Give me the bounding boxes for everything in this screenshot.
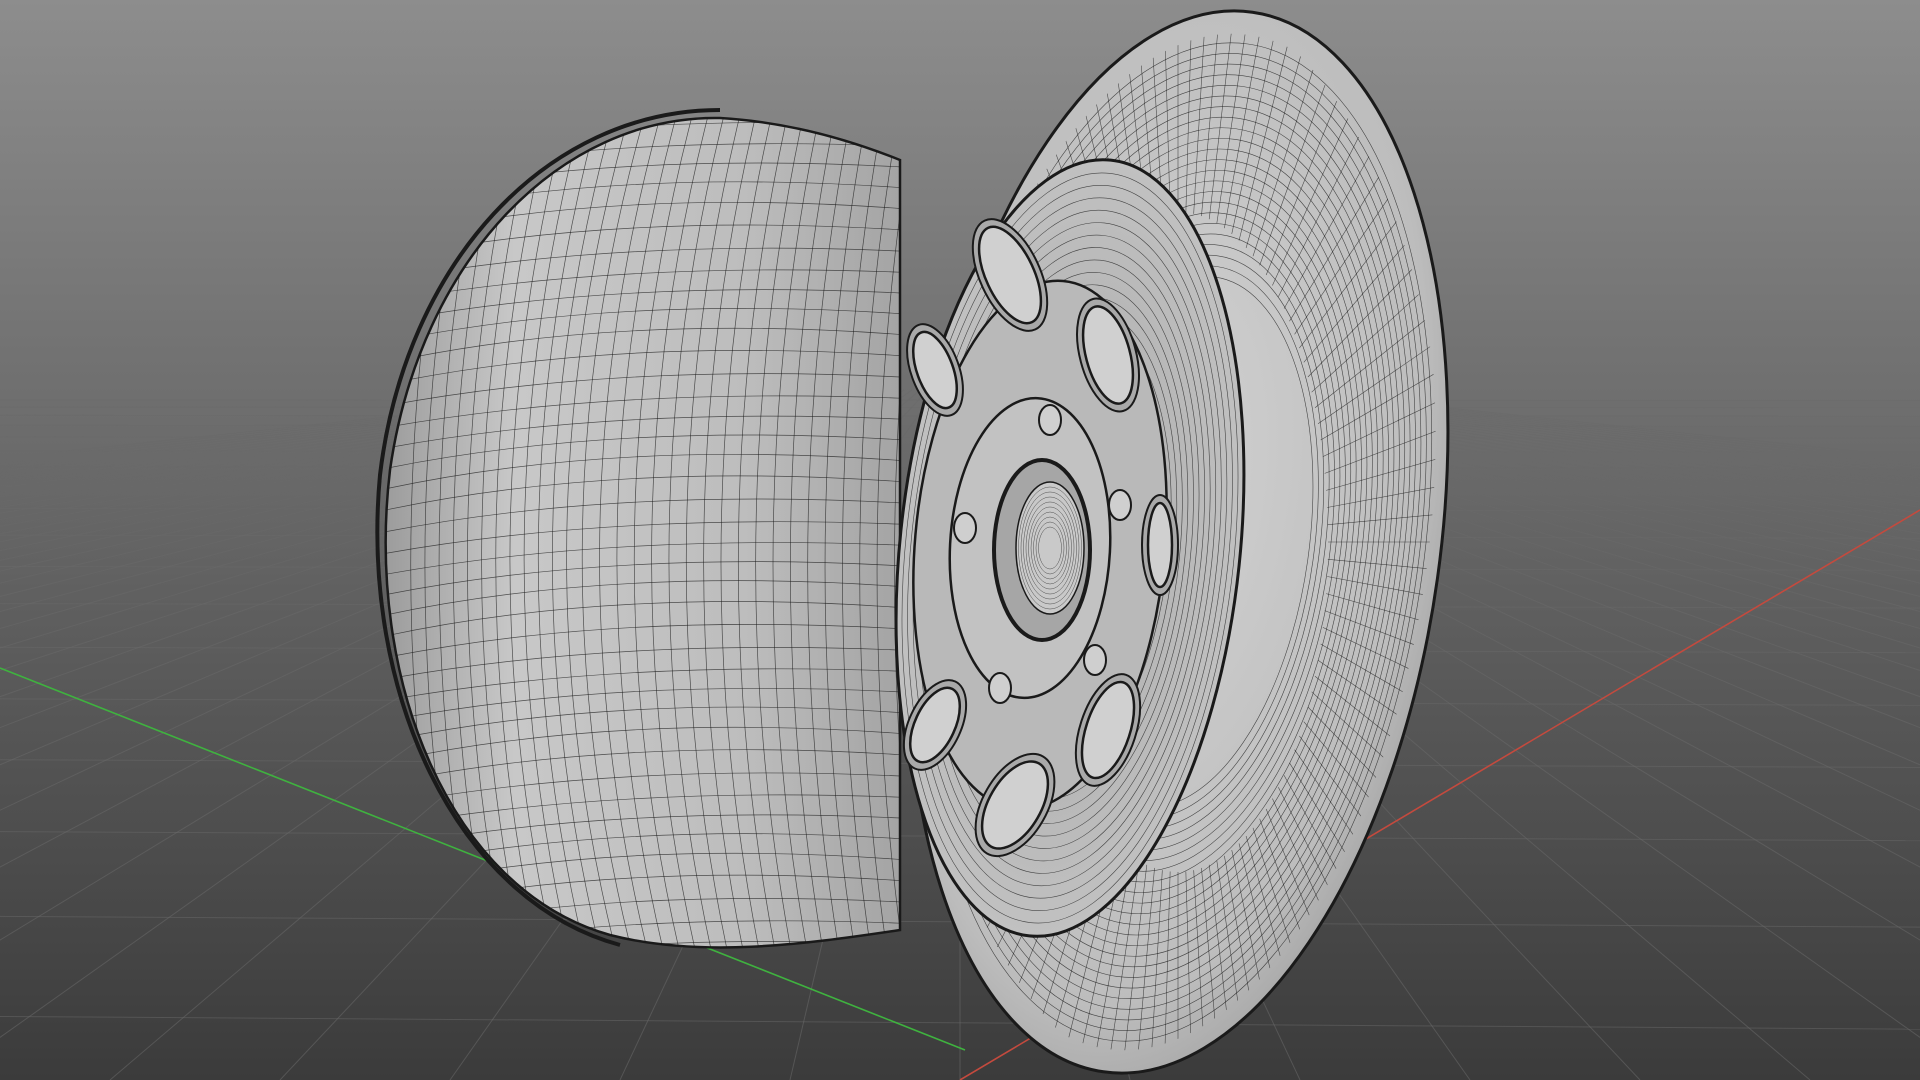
- lug-hole: [953, 512, 977, 544]
- vent-hole: [1141, 494, 1179, 596]
- lug-hole: [1038, 404, 1062, 436]
- viewport-canvas[interactable]: [0, 0, 1920, 1080]
- lug-hole: [988, 672, 1012, 704]
- lug-hole: [1083, 644, 1107, 676]
- 3d-viewport[interactable]: [0, 0, 1920, 1080]
- lug-hole: [1108, 489, 1132, 521]
